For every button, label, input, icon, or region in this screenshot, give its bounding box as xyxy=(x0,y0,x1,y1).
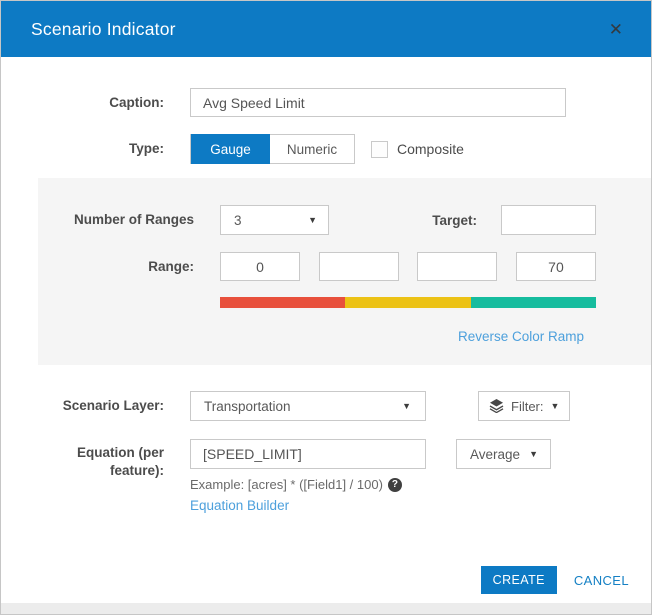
chevron-down-icon: ▼ xyxy=(529,449,538,459)
dialog-footer: CREATE CANCEL xyxy=(481,566,629,594)
dialog-title: Scenario Indicator xyxy=(31,19,176,40)
range-input-2[interactable] xyxy=(319,252,399,281)
layers-icon xyxy=(489,399,504,413)
aggregation-value: Average xyxy=(470,447,520,462)
type-segmented-control: Gauge Numeric xyxy=(190,134,355,164)
type-label: Type: xyxy=(31,140,164,158)
equation-label: Equation (per feature): xyxy=(31,444,164,479)
dialog-titlebar: Scenario Indicator ✕ xyxy=(1,1,651,57)
composite-checkbox[interactable] xyxy=(371,141,388,158)
help-icon[interactable]: ? xyxy=(388,478,402,492)
type-numeric-button[interactable]: Numeric xyxy=(270,135,354,163)
range-row: Range: xyxy=(61,252,652,281)
range-label: Range: xyxy=(61,258,194,276)
number-of-ranges-row: Number of Ranges 3 ▼ Target: xyxy=(61,205,652,235)
dialog-bottom-strip xyxy=(1,603,651,614)
scenario-layer-label: Scenario Layer: xyxy=(31,397,164,415)
scenario-indicator-dialog: Scenario Indicator ✕ Caption: Type: Gaug… xyxy=(0,0,652,615)
type-gauge-button[interactable]: Gauge xyxy=(191,134,270,164)
scenario-layer-dropdown[interactable]: Transportation ▼ xyxy=(190,391,426,421)
target-label: Target: xyxy=(329,213,477,228)
chevron-down-icon: ▼ xyxy=(308,215,317,225)
equation-column: Example: [acres] * ([Field1] / 100) ? Eq… xyxy=(190,439,426,513)
target-input[interactable] xyxy=(501,205,596,235)
close-icon[interactable]: ✕ xyxy=(609,21,623,38)
equation-input[interactable] xyxy=(190,439,426,469)
aggregation-dropdown[interactable]: Average ▼ xyxy=(456,439,551,469)
create-button[interactable]: CREATE xyxy=(481,566,557,594)
range-input-1[interactable] xyxy=(220,252,300,281)
ramp-row xyxy=(61,297,652,308)
chevron-down-icon: ▼ xyxy=(402,401,411,411)
caption-input[interactable] xyxy=(190,88,566,117)
range-input-4[interactable] xyxy=(516,252,596,281)
number-of-ranges-label: Number of Ranges xyxy=(61,211,194,229)
dialog-body: Caption: Type: Gauge Numeric Composite N… xyxy=(1,88,651,513)
scenario-layer-value: Transportation xyxy=(204,399,291,414)
chevron-down-icon: ▼ xyxy=(551,401,560,411)
number-of-ranges-dropdown[interactable]: 3 ▼ xyxy=(220,205,329,235)
caption-row: Caption: xyxy=(31,88,651,117)
scenario-layer-row: Scenario Layer: Transportation ▼ Filter:… xyxy=(31,391,651,421)
composite-label: Composite xyxy=(397,141,464,157)
filter-label: Filter: xyxy=(511,399,544,414)
reverse-color-ramp-link[interactable]: Reverse Color Ramp xyxy=(458,329,584,344)
equation-example: Example: [acres] * ([Field1] / 100) ? xyxy=(190,477,426,492)
cancel-button[interactable]: CANCEL xyxy=(574,573,629,588)
ranges-panel: Number of Ranges 3 ▼ Target: Range: xyxy=(38,178,652,365)
filter-button[interactable]: Filter: ▼ xyxy=(478,391,570,421)
reverse-row: Reverse Color Ramp xyxy=(61,328,652,346)
reverse-box: Reverse Color Ramp xyxy=(220,328,596,346)
color-ramp xyxy=(220,297,596,308)
equation-example-text: Example: [acres] * ([Field1] / 100) xyxy=(190,477,383,492)
range-input-3[interactable] xyxy=(417,252,497,281)
caption-label: Caption: xyxy=(31,94,164,112)
type-row: Type: Gauge Numeric Composite xyxy=(31,134,651,164)
number-of-ranges-value: 3 xyxy=(234,213,242,228)
equation-builder-link[interactable]: Equation Builder xyxy=(190,498,426,513)
equation-row: Equation (per feature): Example: [acres]… xyxy=(31,439,651,513)
range-inputs xyxy=(220,252,596,281)
